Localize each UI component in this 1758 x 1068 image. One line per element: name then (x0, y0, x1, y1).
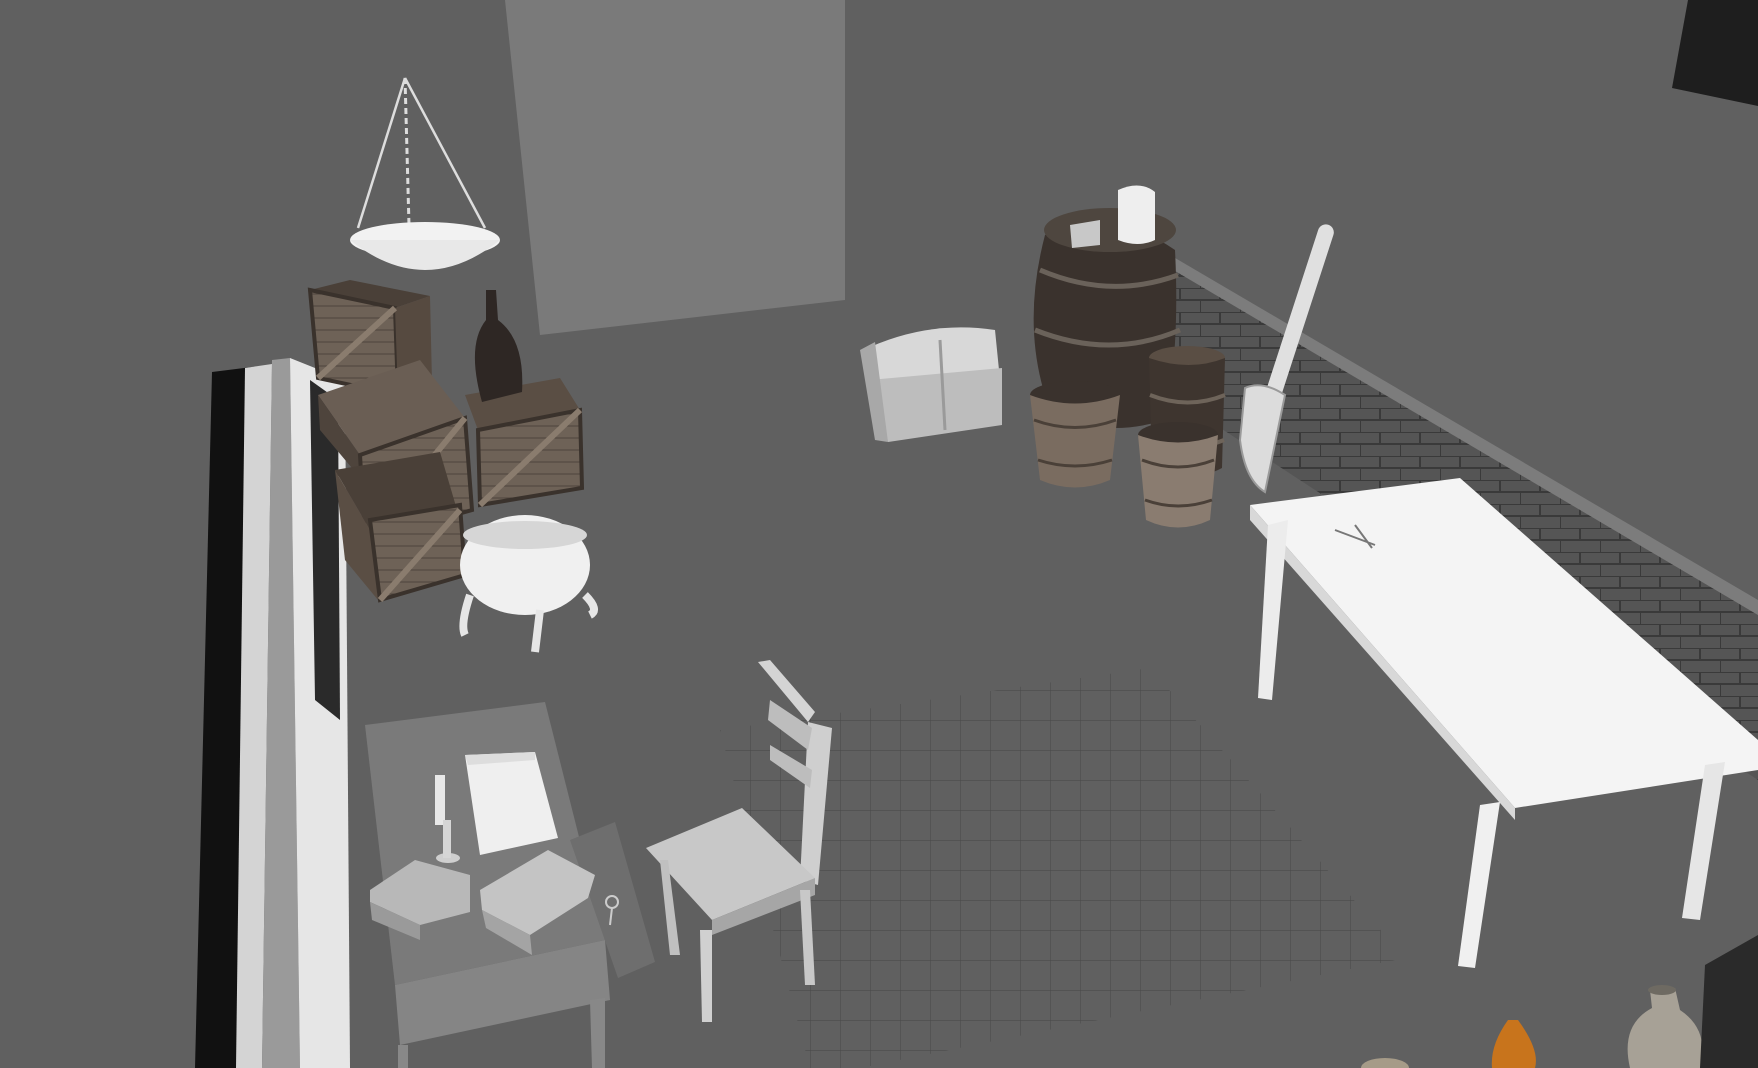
left-wall[interactable] (195, 358, 350, 1068)
back-wall-panel (505, 0, 845, 335)
treasure-chest[interactable] (860, 327, 1002, 442)
3d-viewport[interactable] (0, 0, 1758, 1068)
scene-canvas[interactable] (0, 0, 1758, 1068)
